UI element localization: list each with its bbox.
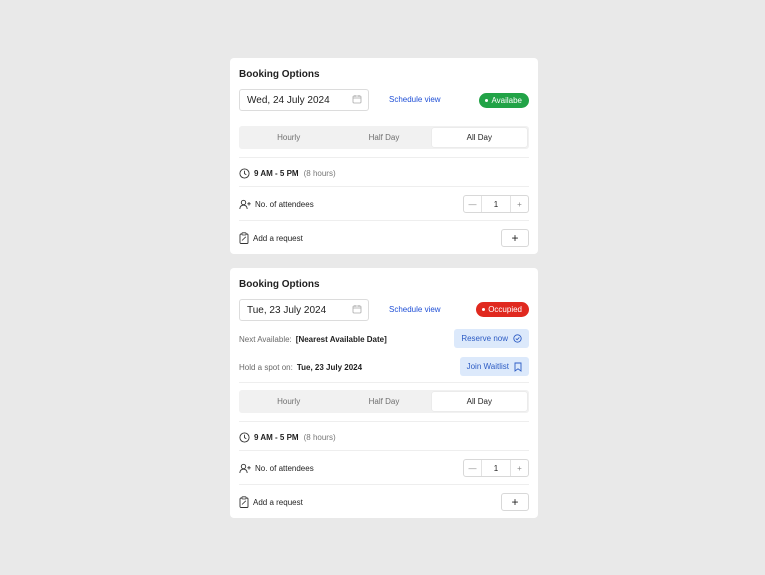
hold-spot-date: Tue, 23 July 2024 (296, 362, 363, 372)
booking-card-occupied: Booking Options Tue, 23 July 2024 Schedu… (230, 268, 538, 518)
segment-all-day[interactable]: All Day (431, 128, 527, 147)
date-value: Wed, 24 July 2024 (247, 94, 330, 106)
attendees-stepper: — 1 + (463, 459, 529, 477)
next-available-value: [Nearest Available Date] (295, 334, 387, 344)
time-range: 9 AM - 5 PM (254, 168, 299, 178)
segment-all-day[interactable]: All Day (431, 392, 527, 411)
next-available-label: Next Available: (239, 334, 292, 344)
segment-hourly[interactable]: Hourly (241, 392, 336, 411)
join-waitlist-button[interactable]: Join Waitlist (459, 357, 529, 376)
segment-half-day[interactable]: Half Day (336, 392, 431, 411)
request-row: Add a request (239, 232, 529, 244)
duration-segmented-control: Hourly Half Day All Day (239, 390, 529, 413)
status-label: Availabe (491, 96, 522, 105)
clock-icon (239, 167, 250, 179)
attendees-value[interactable]: 1 (481, 196, 511, 212)
duration-segmented-control: Hourly Half Day All Day (239, 126, 529, 149)
plus-icon: + (511, 231, 519, 245)
schedule-view-link[interactable]: Schedule view (389, 95, 441, 104)
calendar-icon (352, 304, 362, 317)
status-label: Occupied (488, 305, 522, 314)
segment-hourly[interactable]: Hourly (241, 128, 336, 147)
duration-text: (8 hours) (303, 432, 336, 442)
segment-half-day[interactable]: Half Day (336, 128, 431, 147)
divider (239, 450, 529, 451)
plus-icon[interactable]: + (511, 196, 528, 212)
reserve-now-button[interactable]: Reserve now (454, 329, 529, 348)
divider (239, 157, 529, 158)
request-label: Add a request (253, 233, 303, 243)
attendees-stepper: — 1 + (463, 195, 529, 213)
join-waitlist-label: Join Waitlist (466, 362, 509, 371)
reserve-now-label: Reserve now (461, 334, 508, 343)
card-title: Booking Options (239, 69, 320, 80)
date-picker-field[interactable]: Tue, 23 July 2024 (239, 299, 369, 321)
bookmark-icon (514, 362, 522, 372)
time-range: 9 AM - 5 PM (254, 432, 299, 442)
date-value: Tue, 23 July 2024 (247, 304, 327, 316)
duration-text: (8 hours) (303, 168, 336, 178)
clipboard-icon (239, 496, 249, 508)
plus-icon: + (511, 495, 519, 509)
divider (239, 186, 529, 187)
time-row: 9 AM - 5 PM (8 hours) (239, 167, 529, 179)
attendees-label: No. of attendees (255, 199, 314, 209)
user-add-icon (239, 199, 251, 209)
attendees-value[interactable]: 1 (481, 460, 511, 476)
add-request-button[interactable]: + (501, 493, 529, 511)
minus-icon[interactable]: — (464, 460, 481, 476)
date-picker-field[interactable]: Wed, 24 July 2024 (239, 89, 369, 111)
status-dot (482, 308, 486, 311)
card-title: Booking Options (239, 279, 320, 290)
check-circle-icon (513, 334, 522, 343)
divider (239, 484, 529, 485)
status-dot (485, 99, 489, 102)
user-add-icon (239, 463, 251, 473)
divider (239, 421, 529, 422)
time-row: 9 AM - 5 PM (8 hours) (239, 431, 529, 443)
divider (239, 382, 529, 383)
schedule-view-link[interactable]: Schedule view (389, 305, 441, 314)
plus-icon[interactable]: + (511, 460, 528, 476)
clipboard-icon (239, 232, 249, 244)
status-badge: Availabe (479, 93, 529, 108)
request-row: Add a request (239, 496, 529, 508)
request-label: Add a request (253, 497, 303, 507)
calendar-icon (352, 94, 362, 107)
attendees-label: No. of attendees (255, 463, 314, 473)
booking-card-available: Booking Options Wed, 24 July 2024 Schedu… (230, 58, 538, 254)
minus-icon[interactable]: — (464, 196, 481, 212)
hold-spot-label: Hold a spot on: (239, 362, 293, 372)
divider (239, 220, 529, 221)
add-request-button[interactable]: + (501, 229, 529, 247)
clock-icon (239, 431, 250, 443)
status-badge: Occupied (476, 302, 529, 317)
